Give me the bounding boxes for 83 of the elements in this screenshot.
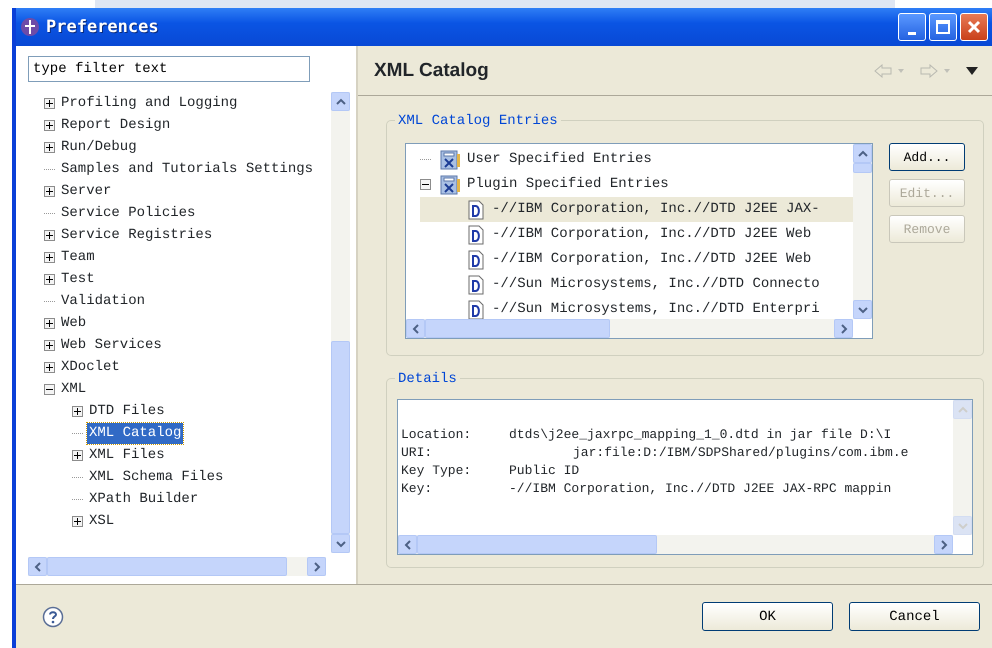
expand-toggle-icon[interactable] [44,120,55,130]
detail-label: URI: [401,444,434,462]
expand-toggle-icon[interactable] [44,384,55,394]
close-button[interactable] [960,13,988,41]
expand-toggle-icon[interactable] [44,318,55,328]
tree-item[interactable]: XML [59,378,88,400]
filter-field[interactable]: type filter text [28,56,310,82]
app-icon [20,17,40,37]
detail-label: Key: [401,480,434,498]
tree-item[interactable]: Samples and Tutorials Settings [59,158,316,180]
dtd-file-icon [468,274,484,294]
scrollbar-thumb[interactable] [331,341,350,534]
expand-toggle-icon[interactable] [44,274,55,284]
catalog-entry[interactable]: -//IBM Corporation, Inc.//DTD J2EE Web [420,222,853,247]
tree-item[interactable]: Team [59,246,97,268]
scrollbar-thumb[interactable] [425,319,610,338]
tree-item[interactable]: Validation [59,290,148,312]
window-title: Preferences [46,17,159,37]
catalog-icon [439,174,461,194]
tree-item[interactable]: DTD Files [87,400,167,422]
dtd-file-icon [468,250,484,270]
dtd-file-icon [468,300,484,319]
expand-toggle-icon[interactable] [44,142,55,152]
tree-item[interactable]: Service Policies [59,202,198,224]
vertical-scrollbar[interactable] [953,400,972,535]
maximize-icon [936,20,950,34]
tree-item[interactable]: Server [59,180,114,202]
close-icon [967,20,981,34]
expand-toggle-icon[interactable] [72,406,83,416]
tree-item[interactable]: Web Services [59,334,164,356]
expand-toggle-icon[interactable] [44,252,55,262]
expand-toggle-icon[interactable] [44,230,55,240]
detail-value: jar:file:D:/IBM/SDPShared/plugins/com.ibm.e [572,444,908,462]
expand-toggle-icon[interactable] [72,516,83,526]
expand-toggle-icon[interactable] [44,186,55,196]
action-button[interactable]: Add... [889,143,965,171]
expand-toggle-icon[interactable] [72,450,83,460]
help-icon[interactable] [42,606,64,628]
cancel-button[interactable]: Cancel [849,602,980,631]
expand-toggle-icon[interactable] [44,98,55,108]
maximize-button[interactable] [929,13,957,41]
tree-item[interactable]: Report Design [59,114,172,136]
dtd-file-icon [468,200,484,220]
catalog-entry[interactable]: User Specified Entries [465,149,654,170]
horizontal-scrollbar[interactable] [398,535,953,554]
tree-item[interactable]: XDoclet [59,356,122,378]
catalog-icon [439,150,461,170]
menu-caret-icon[interactable] [966,66,978,74]
horizontal-scrollbar[interactable] [406,319,853,338]
detail-value: Public ID [509,462,580,480]
catalog-entry[interactable]: Plugin Specified Entries [465,174,671,195]
page-title: XML Catalog [374,60,489,82]
scrollbar-thumb[interactable] [47,557,287,576]
tree-item[interactable]: Run/Debug [59,136,139,158]
catalog-entry[interactable]: -//IBM Corporation, Inc.//DTD J2EE Web [420,247,853,272]
tree-item[interactable]: Service Registries [59,224,214,246]
minimize-button[interactable] [898,13,926,41]
expand-toggle-icon[interactable] [44,340,55,350]
tree-item[interactable]: XPath Builder [87,488,200,510]
scrollbar-thumb[interactable] [853,163,872,173]
dtd-file-icon [468,224,484,244]
horizontal-scrollbar[interactable] [28,557,326,576]
catalog-entry[interactable]: -//IBM Corporation, Inc.//DTD J2EE JAX- [420,197,853,222]
scrollbar-thumb[interactable] [417,535,657,554]
vertical-scrollbar[interactable] [331,92,350,553]
catalog-entry[interactable]: -//Sun Microsystems, Inc.//DTD Connecto [420,272,853,297]
ok-button[interactable]: OK [702,602,833,631]
tree-item[interactable]: XSL [87,510,116,532]
catalog-entry[interactable]: -//Sun Microsystems, Inc.//DTD Enterpri [420,297,853,319]
tree-item[interactable]: XML Files [87,444,167,466]
tree-item[interactable]: XML Schema Files [87,466,226,488]
detail-label: Location: [401,426,472,444]
tree-item[interactable]: Test [59,268,97,290]
tree-item[interactable]: XML Catalog [87,422,184,444]
expand-toggle-icon[interactable] [420,179,431,190]
vertical-scrollbar[interactable] [853,144,872,319]
detail-value: -//IBM Corporation, Inc.//DTD J2EE JAX-RPC mappin [509,480,892,498]
minimize-icon [908,32,916,34]
expand-toggle-icon[interactable] [44,362,55,372]
detail-value: dtds\j2ee_jaxrpc_mapping_1_0.dtd in jar file D:\I [509,426,892,444]
detail-label: Key Type: [401,462,472,480]
tree-item[interactable]: Web [59,312,88,334]
tree-item[interactable]: Profiling and Logging [59,92,240,114]
